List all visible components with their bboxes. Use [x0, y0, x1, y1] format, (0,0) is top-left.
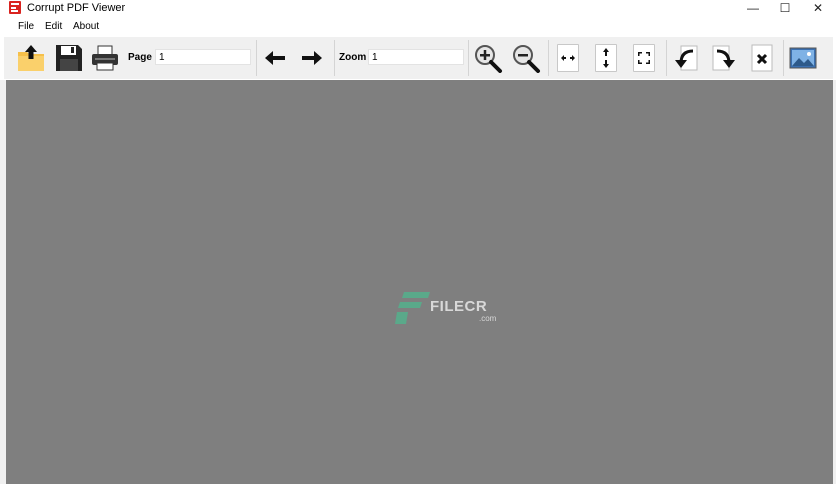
- window-title: Corrupt PDF Viewer: [27, 2, 126, 14]
- fit-height-icon: [595, 44, 617, 72]
- print-icon: [92, 45, 118, 71]
- close-document-button[interactable]: [745, 40, 779, 76]
- zoom-in-icon: [475, 45, 502, 73]
- pdf-app-icon: [9, 1, 21, 14]
- fit-width-button[interactable]: [551, 40, 585, 76]
- title-bar: Corrupt PDF Viewer — ☐ ✕: [0, 0, 836, 16]
- fit-page-icon: [633, 44, 655, 72]
- watermark-subtext: .com: [479, 314, 497, 323]
- zoom-out-button[interactable]: [509, 40, 543, 76]
- toolbar-separator: [468, 40, 469, 76]
- fit-width-icon: [557, 44, 579, 72]
- previous-page-button[interactable]: [258, 40, 292, 76]
- fit-height-button[interactable]: [589, 40, 623, 76]
- toolbar-separator: [548, 40, 549, 76]
- minimize-button[interactable]: —: [738, 0, 768, 16]
- next-page-button[interactable]: [295, 40, 329, 76]
- image-button[interactable]: [786, 40, 820, 76]
- print-button[interactable]: [88, 40, 122, 76]
- image-icon: [789, 47, 817, 69]
- fit-page-button[interactable]: [627, 40, 661, 76]
- open-icon: [18, 45, 44, 71]
- menu-edit[interactable]: Edit: [45, 21, 62, 32]
- watermark-text: FILECR: [430, 298, 488, 315]
- previous-page-icon: [265, 51, 285, 65]
- toolbar-separator: [334, 40, 335, 76]
- zoom-input[interactable]: [368, 49, 464, 65]
- close-window-button[interactable]: ✕: [803, 0, 833, 16]
- zoom-in-button[interactable]: [471, 40, 505, 76]
- maximize-button[interactable]: ☐: [770, 0, 800, 16]
- toolbar: Page Zoom: [4, 37, 833, 79]
- toolbar-separator: [256, 40, 257, 76]
- watermark-logo-icon: [395, 292, 430, 324]
- document-viewer-area[interactable]: [6, 80, 833, 484]
- page-input[interactable]: [155, 49, 251, 65]
- next-page-icon: [302, 51, 322, 65]
- menu-file[interactable]: File: [18, 21, 34, 32]
- save-icon: [56, 45, 82, 71]
- rotate-left-button[interactable]: [669, 40, 703, 76]
- rotate-right-icon: [712, 45, 735, 71]
- open-button[interactable]: [14, 40, 48, 76]
- rotate-left-icon: [675, 45, 698, 71]
- menu-bar: File Edit About: [0, 18, 836, 36]
- rotate-right-button[interactable]: [707, 40, 741, 76]
- page-label: Page: [128, 52, 152, 63]
- close-document-icon: [751, 44, 773, 72]
- zoom-label: Zoom: [339, 52, 367, 63]
- save-button[interactable]: [52, 40, 86, 76]
- toolbar-separator: [783, 40, 784, 76]
- zoom-out-icon: [513, 45, 540, 73]
- menu-about[interactable]: About: [73, 21, 99, 32]
- watermark: FILECR .com: [394, 290, 504, 326]
- toolbar-separator: [666, 40, 667, 76]
